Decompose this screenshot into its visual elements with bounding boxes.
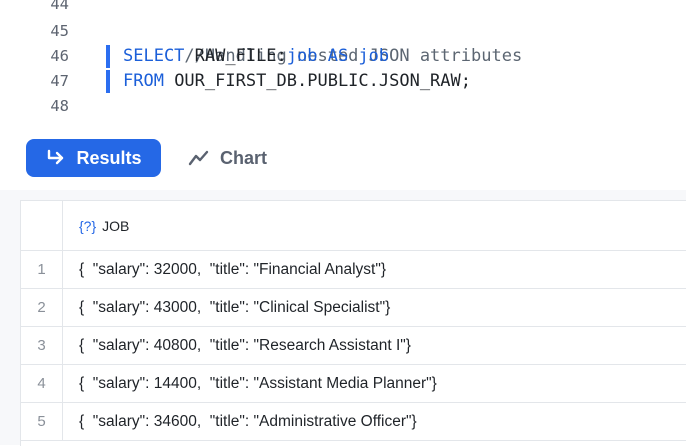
line-chart-icon [188,149,210,167]
row-index-header [21,201,63,250]
editor-line[interactable]: 44 [0,0,686,17]
results-toolbar: Results Chart [0,127,686,190]
cell-value[interactable]: { "salary": 43000, "title": "Clinical Sp… [79,289,390,326]
row-index: 2 [21,289,63,326]
results-table: {?} JOB 1 { "salary": 32000, "title": "F… [20,200,686,446]
code-keyword: FROM [123,71,164,91]
row-index: 3 [21,327,63,364]
editor-line[interactable]: 47 FROM OUR_FIRST_DB.PUBLIC.JSON_RAW; [0,69,686,94]
table-header: {?} JOB [21,201,686,251]
cell-value[interactable]: { "salary": 14400, "title": "Assistant M… [79,365,437,402]
line-number: 46 [50,47,69,65]
tab-chart[interactable]: Chart [188,139,288,177]
tab-results-label: Results [76,147,142,168]
cell-value[interactable]: { "salary": 32000, "title": "Financial A… [79,251,386,288]
row-index: 4 [21,365,63,402]
table-row[interactable]: 5 { "salary": 34600, "title": "Administr… [21,403,686,441]
cell-value[interactable]: { "salary": 40800, "title": "Research As… [79,327,411,364]
editor-line[interactable]: 48 [0,94,686,119]
line-number: 45 [50,22,69,40]
line-number: 44 [50,0,69,13]
column-header-job[interactable]: {?} JOB [79,201,129,250]
row-index: 5 [21,403,63,440]
cell-value[interactable]: { "salary": 34600, "title": "Administrat… [79,403,417,440]
column-name: JOB [102,217,130,234]
table-row[interactable]: 2 { "salary": 43000, "title": "Clinical … [21,289,686,327]
tab-results[interactable]: Results [26,139,161,177]
line-number: 48 [50,97,69,115]
code-text: SELECT RAW_FILE:job AS job [123,44,389,69]
tab-chart-label: Chart [220,147,268,168]
table-row[interactable]: 1 { "salary": 32000, "title": "Financial… [21,251,686,289]
code-keyword: job AS job [286,46,390,66]
code-identifier: OUR_FIRST_DB.PUBLIC.JSON_RAW; [163,71,471,91]
code-keyword: SELECT [123,46,185,66]
code-identifier: RAW_FILE: [184,46,287,66]
editor-line[interactable]: 46 SELECT RAW_FILE:job AS job [0,44,686,69]
line-number: 47 [50,72,69,90]
changed-line-marker [106,45,110,68]
editor-line[interactable]: 45 //Handling nested JSON attributes [0,19,686,66]
return-arrow-icon [45,149,67,167]
variant-type-icon: {?} [79,217,97,234]
sql-editor[interactable]: 44 45 //Handling nested JSON attributes … [0,0,686,128]
table-row[interactable]: 4 { "salary": 14400, "title": "Assistant… [21,365,686,403]
changed-line-marker [106,70,110,93]
table-row[interactable]: 3 { "salary": 40800, "title": "Research … [21,327,686,365]
results-panel: {?} JOB 1 { "salary": 32000, "title": "F… [0,190,686,446]
code-text: FROM OUR_FIRST_DB.PUBLIC.JSON_RAW; [123,69,471,94]
row-index: 1 [21,251,63,288]
